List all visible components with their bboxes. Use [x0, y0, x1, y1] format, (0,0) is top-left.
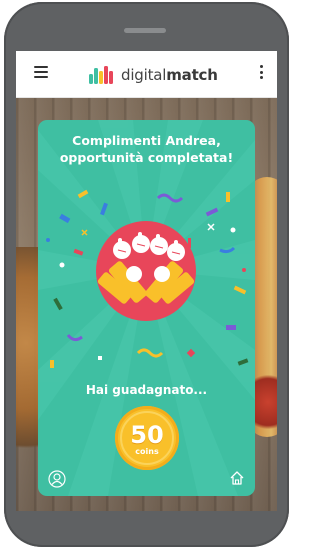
earned-label: Hai guadagnato... [85, 383, 208, 397]
app-screen: digitalmatch Complimenti Andrea, opportu… [16, 51, 277, 511]
coins-unit: coins [135, 446, 159, 456]
brand-name: digitalmatch [121, 66, 218, 84]
brand-suffix: match [166, 66, 218, 84]
vertical-dots-icon[interactable] [259, 65, 263, 79]
home-icon[interactable] [229, 470, 245, 486]
app-bar: digitalmatch [16, 51, 277, 98]
coins-badge: 50 coins [115, 406, 179, 470]
digitalmatch-logo-icon [89, 66, 113, 84]
brand-logo: digitalmatch [88, 64, 218, 86]
coins-value: 50 [130, 420, 164, 449]
brand-prefix: digital [121, 66, 167, 84]
phone-speaker [124, 28, 166, 33]
phone-frame: digitalmatch Complimenti Andrea, opportu… [4, 2, 289, 547]
hamburger-menu-icon[interactable] [34, 66, 48, 78]
congrats-card: Complimenti Andrea, opportunità completa… [38, 120, 255, 496]
user-profile-icon[interactable] [48, 470, 66, 488]
phone-home-key[interactable] [126, 514, 166, 530]
